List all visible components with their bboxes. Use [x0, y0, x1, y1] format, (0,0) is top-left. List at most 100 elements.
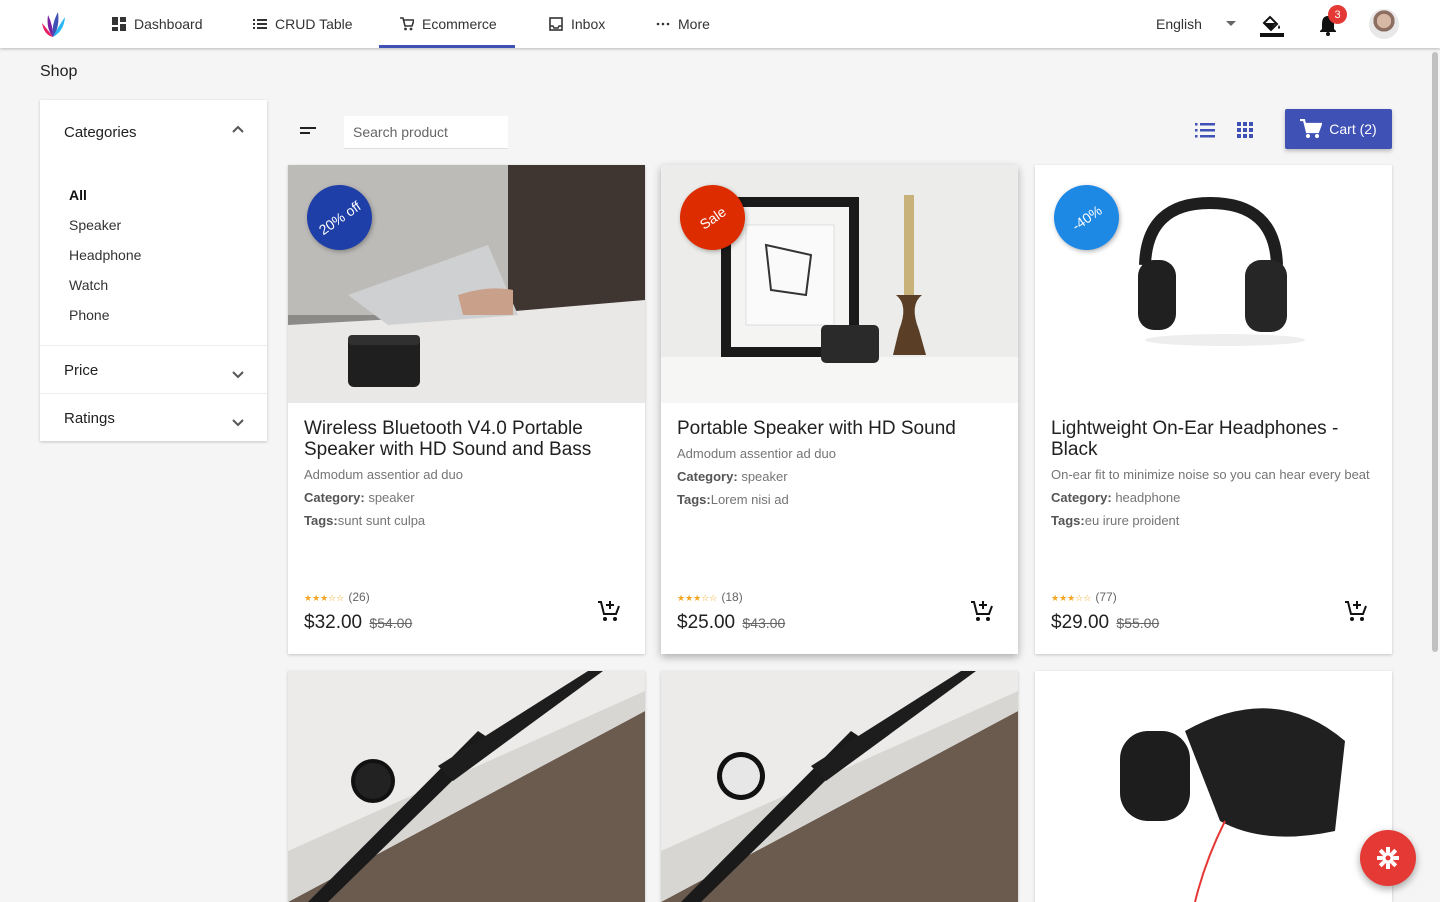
product-category: Category: speaker [677, 469, 788, 484]
product-image[interactable] [288, 671, 645, 902]
search-input[interactable] [344, 116, 508, 149]
inbox-icon [549, 17, 563, 31]
user-avatar[interactable] [1369, 9, 1399, 39]
cart-label: Cart (2) [1329, 121, 1377, 137]
nav-active-indicator [379, 45, 515, 48]
product-category: Category: headphone [1051, 490, 1180, 505]
cart-icon [1300, 119, 1323, 138]
tags-value: Lorem nisi ad [710, 492, 789, 507]
nav-ecommerce-label: Ecommerce [422, 16, 497, 32]
category-label: Category: [304, 490, 365, 505]
nav-more-label: More [678, 16, 710, 32]
product-card[interactable]: -40% Lightweight On-Ear Headphones - Bla… [1035, 165, 1392, 654]
product-description: Admodum assentior ad duo [304, 467, 463, 482]
nav-inbox-label: Inbox [571, 16, 606, 32]
add-to-cart-icon[interactable] [970, 599, 994, 623]
product-description: Admodum assentior ad duo [677, 446, 836, 461]
add-to-cart-icon[interactable] [597, 599, 621, 623]
nav-ecommerce[interactable]: Ecommerce [400, 0, 497, 48]
gear-icon [1377, 847, 1399, 869]
category-value: speaker [741, 469, 788, 484]
product-card[interactable] [288, 671, 645, 902]
ribbon-label: -40% [1068, 201, 1105, 234]
divider [40, 393, 267, 394]
add-to-cart-icon[interactable] [1344, 599, 1368, 623]
product-card[interactable]: 20% off Wireless Bluetooth V4.0 Portable… [288, 165, 645, 654]
rating-stars: ★★★☆☆ (26) [304, 590, 370, 604]
category-phone[interactable]: Phone [69, 307, 109, 323]
chevron-down-icon[interactable] [230, 366, 246, 382]
product-image[interactable] [661, 671, 1018, 902]
tags-label: Tags: [304, 513, 338, 528]
product-tags: Tags:Lorem nisi ad [677, 492, 789, 507]
price-value: $29.00 [1051, 612, 1110, 633]
rating-stars: ★★★☆☆ (77) [1051, 590, 1117, 604]
old-price: $54.00 [369, 615, 413, 631]
chevron-down-icon [1225, 21, 1236, 26]
nav-crud-table-label: CRUD Table [275, 16, 353, 32]
scrollbar-thumb[interactable] [1432, 52, 1438, 652]
top-app-bar: Dashboard CRUD Table Ecommerce Inbox Mor… [0, 0, 1440, 48]
app-logo-icon[interactable] [38, 9, 68, 39]
list-view-button[interactable] [1194, 119, 1216, 141]
product-card[interactable] [1035, 671, 1392, 902]
category-value: speaker [368, 490, 415, 505]
categories-header[interactable]: Categories [64, 124, 137, 141]
grid-view-button[interactable] [1234, 119, 1256, 141]
ratings-header[interactable]: Ratings [64, 410, 115, 427]
theme-button[interactable] [1259, 12, 1285, 38]
nav-dashboard-label: Dashboard [134, 16, 203, 32]
filter-sidebar: Categories All Speaker Headphone Watch P… [40, 100, 267, 441]
old-price: $43.00 [742, 615, 786, 631]
tags-label: Tags: [677, 492, 711, 507]
review-count: (77) [1095, 590, 1117, 604]
divider [40, 345, 267, 346]
product-title[interactable]: Portable Speaker with HD Sound [677, 418, 1007, 439]
old-price: $55.00 [1116, 615, 1160, 631]
grid-view-icon [1237, 122, 1253, 138]
price-value: $25.00 [677, 612, 736, 633]
product-price: $29.00 $55.00 [1051, 612, 1159, 634]
dashboard-icon [112, 17, 126, 31]
more-icon [656, 22, 670, 26]
product-price: $25.00 $43.00 [677, 612, 785, 634]
cart-icon [400, 17, 414, 31]
language-label: English [1156, 16, 1202, 32]
product-card[interactable] [661, 671, 1018, 902]
tags-label: Tags: [1051, 513, 1085, 528]
product-category: Category: speaker [304, 490, 415, 505]
product-title[interactable]: Lightweight On-Ear Headphones - Black [1051, 418, 1381, 460]
filter-icon[interactable] [298, 122, 318, 140]
category-label: Category: [1051, 490, 1112, 505]
rating-stars: ★★★☆☆ (18) [677, 590, 743, 604]
category-speaker[interactable]: Speaker [69, 217, 121, 233]
ribbon-label: Sale [696, 202, 729, 233]
product-image[interactable] [1035, 671, 1392, 902]
paint-bucket-icon [1260, 15, 1284, 37]
review-count: (18) [721, 590, 743, 604]
chevron-down-icon[interactable] [230, 414, 246, 430]
notification-badge: 3 [1328, 5, 1347, 24]
product-price: $32.00 $54.00 [304, 612, 412, 634]
settings-fab[interactable] [1360, 830, 1416, 886]
list-view-icon [1195, 123, 1215, 138]
price-value: $32.00 [304, 612, 363, 633]
price-header[interactable]: Price [64, 362, 98, 379]
category-watch[interactable]: Watch [69, 277, 108, 293]
product-card[interactable]: Sale Portable Speaker with HD Sound Admo… [661, 165, 1018, 654]
category-all[interactable]: All [69, 187, 87, 203]
category-headphone[interactable]: Headphone [69, 247, 141, 263]
ribbon-label: 20% off [315, 197, 364, 238]
product-description: On-ear fit to minimize noise so you can … [1051, 467, 1370, 482]
chevron-up-icon[interactable] [230, 122, 246, 138]
tags-value: eu irure proident [1084, 513, 1180, 528]
nav-inbox[interactable]: Inbox [549, 0, 605, 48]
product-tags: Tags:sunt sunt culpa [304, 513, 425, 528]
nav-crud-table[interactable]: CRUD Table [253, 0, 353, 48]
language-select[interactable]: English [1156, 0, 1236, 48]
cart-button[interactable]: Cart (2) [1285, 109, 1392, 149]
nav-dashboard[interactable]: Dashboard [112, 0, 203, 48]
product-title[interactable]: Wireless Bluetooth V4.0 Portable Speaker… [304, 418, 634, 460]
nav-more[interactable]: More [656, 0, 710, 48]
review-count: (26) [348, 590, 370, 604]
